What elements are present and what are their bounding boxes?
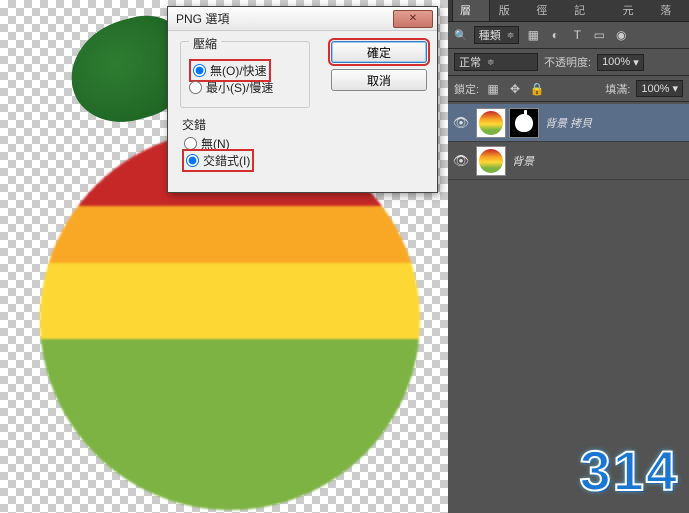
- fill-value[interactable]: 100%▾: [636, 80, 683, 97]
- interlace-interlaced-highlight: 交錯式(I): [182, 149, 254, 172]
- lock-all-icon[interactable]: 🔒: [529, 81, 545, 97]
- compression-none-label: 無(O)/快速: [210, 62, 267, 79]
- compression-none-radio[interactable]: [193, 64, 206, 77]
- tab-character[interactable]: 字元: [616, 0, 652, 21]
- filter-pixel-icon[interactable]: ▦: [525, 27, 541, 43]
- lock-position-icon[interactable]: ✥: [507, 81, 523, 97]
- blend-opacity-row: 正常 ≑ 不透明度: 100%▾: [448, 49, 689, 76]
- layer-row[interactable]: 👁 背景 拷貝: [448, 104, 689, 142]
- watermark: 314: [580, 438, 679, 503]
- filter-shape-icon[interactable]: ▭: [591, 27, 607, 43]
- compression-legend: 壓縮: [189, 35, 221, 52]
- lock-fill-row: 鎖定: ▦ ✥ 🔒 填滿: 100%▾: [448, 76, 689, 102]
- chevron-down-icon: ▾: [633, 56, 639, 69]
- filter-adjust-icon[interactable]: ◐: [547, 27, 563, 43]
- chevron-down-icon: ▾: [672, 82, 678, 95]
- cancel-button[interactable]: 取消: [331, 69, 427, 91]
- lock-pixels-icon[interactable]: ▦: [485, 81, 501, 97]
- dialog-titlebar[interactable]: PNG 選項 ✕: [168, 7, 437, 31]
- layer-row[interactable]: 👁 背景: [448, 142, 689, 180]
- opacity-label: 不透明度:: [544, 54, 591, 70]
- layer-list: 👁 背景 拷貝 👁 背景: [448, 102, 689, 182]
- layers-panel: 圖層 色版 路徑 步驟記 字元 段落 🔍 種類 ≑ ▦ ◐ T ▭ ◉ 正常 ≑…: [448, 0, 689, 513]
- tab-history[interactable]: 步驟記: [567, 0, 614, 21]
- visibility-toggle[interactable]: 👁: [452, 153, 470, 169]
- filter-kind-dropdown[interactable]: 種類 ≑: [474, 26, 520, 44]
- layer-mask-thumbnail[interactable]: [509, 108, 539, 138]
- png-options-dialog: PNG 選項 ✕ 確定 取消 壓縮 無(O)/快速 最小(S)/慢速 交錯: [167, 6, 438, 193]
- search-icon: 🔍: [454, 29, 468, 42]
- filter-smart-icon[interactable]: ◉: [613, 27, 629, 43]
- interlace-interlaced-radio[interactable]: [186, 154, 199, 167]
- interlace-legend: 交錯: [182, 116, 425, 133]
- chevron-down-icon: ≑: [487, 57, 495, 68]
- layer-name[interactable]: 背景 拷貝: [545, 115, 592, 131]
- layer-thumbnail[interactable]: [476, 146, 506, 176]
- visibility-toggle[interactable]: 👁: [452, 115, 470, 131]
- blend-mode-dropdown[interactable]: 正常 ≑: [454, 53, 538, 71]
- interlace-interlaced-label: 交錯式(I): [203, 152, 250, 169]
- layer-name[interactable]: 背景: [512, 153, 534, 169]
- close-icon: ✕: [409, 13, 417, 24]
- tab-channels[interactable]: 色版: [492, 0, 528, 21]
- layer-filter-bar: 🔍 種類 ≑ ▦ ◐ T ▭ ◉: [448, 22, 689, 49]
- opacity-value[interactable]: 100%▾: [597, 54, 644, 71]
- fill-label: 填滿:: [605, 81, 630, 97]
- compression-smallest-label: 最小(S)/慢速: [206, 79, 273, 96]
- tab-paragraph[interactable]: 段落: [653, 0, 689, 21]
- panel-tabs: 圖層 色版 路徑 步驟記 字元 段落: [448, 0, 689, 22]
- tab-paths[interactable]: 路徑: [529, 0, 565, 21]
- tab-layers[interactable]: 圖層: [452, 0, 490, 21]
- close-button[interactable]: ✕: [393, 10, 433, 28]
- filter-type-icon[interactable]: T: [569, 27, 585, 43]
- layer-thumbnail[interactable]: [476, 108, 506, 138]
- chevron-down-icon: ≑: [507, 30, 515, 41]
- dialog-title: PNG 選項: [172, 10, 393, 27]
- lock-label: 鎖定:: [454, 81, 479, 97]
- ok-button[interactable]: 確定: [331, 41, 427, 63]
- compression-smallest-radio[interactable]: [189, 81, 202, 94]
